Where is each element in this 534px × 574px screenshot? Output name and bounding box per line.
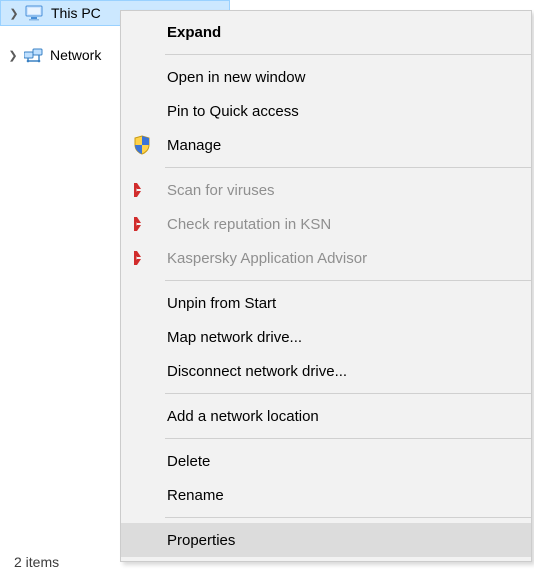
menu-icon-blank (131, 291, 167, 315)
menu-icon-blank (131, 325, 167, 349)
menu-item-rename[interactable]: Rename (121, 478, 531, 512)
tree-item-label: This PC (51, 5, 101, 21)
menu-icon-blank (131, 449, 167, 473)
menu-item-expand[interactable]: Expand (121, 15, 531, 49)
context-menu: Expand Open in new window Pin to Quick a… (120, 10, 532, 562)
menu-separator (165, 167, 531, 168)
menu-icon-blank (131, 99, 167, 123)
this-pc-icon (25, 3, 45, 23)
menu-item-label: Open in new window (167, 69, 305, 86)
menu-item-label: Map network drive... (167, 329, 302, 346)
menu-icon-blank (131, 65, 167, 89)
menu-icon-blank (131, 404, 167, 428)
shield-icon (131, 133, 167, 157)
menu-icon-blank (131, 483, 167, 507)
menu-item-open-new-window[interactable]: Open in new window (121, 60, 531, 94)
menu-separator (165, 54, 531, 55)
kaspersky-icon (131, 212, 167, 236)
menu-item-scan-viruses[interactable]: Scan for viruses (121, 173, 531, 207)
menu-item-label: Manage (167, 137, 221, 154)
menu-item-map-drive[interactable]: Map network drive... (121, 320, 531, 354)
tree-item-label: Network (50, 47, 101, 63)
menu-item-label: Properties (167, 532, 235, 549)
menu-item-label: Kaspersky Application Advisor (167, 250, 367, 267)
kaspersky-icon (131, 178, 167, 202)
expand-arrow-icon[interactable]: ❯ (9, 7, 19, 20)
menu-item-manage[interactable]: Manage (121, 128, 531, 162)
menu-icon-blank (131, 359, 167, 383)
menu-item-disconnect-drive[interactable]: Disconnect network drive... (121, 354, 531, 388)
menu-item-unpin-start[interactable]: Unpin from Start (121, 286, 531, 320)
menu-separator (165, 438, 531, 439)
menu-icon-blank (131, 528, 167, 552)
menu-item-kaspersky-advisor[interactable]: Kaspersky Application Advisor (121, 241, 531, 275)
menu-item-check-ksn[interactable]: Check reputation in KSN (121, 207, 531, 241)
menu-separator (165, 517, 531, 518)
expand-arrow-icon[interactable]: ❯ (8, 49, 18, 62)
kaspersky-icon (131, 246, 167, 270)
menu-item-pin-quick-access[interactable]: Pin to Quick access (121, 94, 531, 128)
menu-item-properties[interactable]: Properties (121, 523, 531, 557)
menu-separator (165, 393, 531, 394)
menu-item-label: Disconnect network drive... (167, 363, 347, 380)
menu-icon-blank (131, 20, 167, 44)
menu-item-add-network-location[interactable]: Add a network location (121, 399, 531, 433)
menu-item-label: Check reputation in KSN (167, 216, 331, 233)
menu-item-label: Rename (167, 487, 224, 504)
menu-item-label: Scan for viruses (167, 182, 275, 199)
menu-separator (165, 280, 531, 281)
menu-item-label: Unpin from Start (167, 295, 276, 312)
menu-item-label: Delete (167, 453, 210, 470)
network-icon (24, 45, 44, 65)
menu-item-delete[interactable]: Delete (121, 444, 531, 478)
menu-item-label: Add a network location (167, 408, 319, 425)
menu-item-label: Pin to Quick access (167, 103, 299, 120)
status-items-count: 2 items (14, 554, 59, 570)
menu-item-label: Expand (167, 24, 221, 41)
